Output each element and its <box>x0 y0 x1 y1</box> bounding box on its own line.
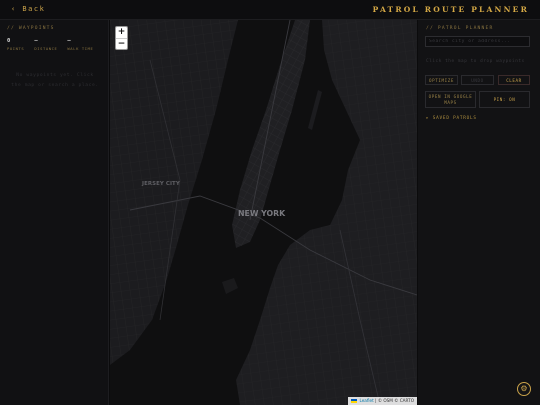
place-search-input[interactable] <box>425 36 530 47</box>
empty-waypoints-message: No waypoints yet. Click the map or searc… <box>11 73 99 88</box>
stat-points: 0 POINTS <box>7 38 24 51</box>
stat-walk-time-value: — <box>67 38 71 44</box>
planner-panel: // PATROL PLANNER Click the map to drop … <box>418 20 540 405</box>
map-view[interactable]: + − JERSEY CITY NEW YORK Leaflet | © OSM… <box>110 20 417 405</box>
open-google-maps-button[interactable]: OPEN IN GOOGLE MAPS <box>425 91 476 108</box>
google-maps-label-line1: OPEN IN GOOGLE <box>428 94 473 99</box>
stat-walk-time-label: WALK TIME <box>67 46 94 51</box>
pin-toggle-button[interactable]: PIN: ON <box>479 91 530 108</box>
google-maps-label-line2: MAPS <box>444 99 457 105</box>
map-hint: Click the map to drop waypoints <box>426 59 525 64</box>
stat-points-label: POINTS <box>7 46 25 51</box>
waypoint-stats: 0 POINTS — DISTANCE — WALK TIME <box>7 38 107 51</box>
planner-title: // PATROL PLANNER <box>426 26 494 31</box>
stat-distance: — DISTANCE <box>34 38 57 51</box>
zoom-control: + − <box>115 26 128 50</box>
ukraine-flag-icon <box>351 398 358 403</box>
app-title: PATROL ROUTE PLANNER <box>372 5 529 14</box>
settings-gear-icon[interactable]: ⚙ <box>517 382 531 396</box>
top-bar: ‹ Back PATROL ROUTE PLANNER <box>0 0 540 20</box>
map-label-new-york: NEW YORK <box>238 209 286 218</box>
saved-patrols-toggle[interactable]: ▸ SAVED PATROLS <box>426 116 477 121</box>
clear-button[interactable]: CLEAR <box>498 75 530 85</box>
stat-points-value: 0 <box>7 38 11 44</box>
stat-distance-label: DISTANCE <box>34 46 58 51</box>
waypoints-panel: // WAYPOINTS 0 POINTS — DISTANCE — WALK … <box>0 20 109 405</box>
zoom-out-button[interactable]: − <box>116 38 127 49</box>
map-attribution: Leaflet | © OSM © CARTO <box>348 397 417 405</box>
stat-walk-time: — WALK TIME <box>67 38 93 51</box>
optimize-button[interactable]: OPTIMIZE <box>425 75 458 85</box>
undo-button[interactable]: UNDO <box>461 75 494 85</box>
attribution-credit: © OSM © CARTO <box>377 398 414 403</box>
leaflet-link[interactable]: Leaflet <box>359 398 373 403</box>
back-button[interactable]: ‹ Back <box>11 5 45 13</box>
stat-distance-value: — <box>34 38 38 44</box>
waypoints-title: // WAYPOINTS <box>7 26 55 31</box>
zoom-in-button[interactable]: + <box>116 27 127 38</box>
map-label-jersey-city: JERSEY CITY <box>142 181 180 187</box>
